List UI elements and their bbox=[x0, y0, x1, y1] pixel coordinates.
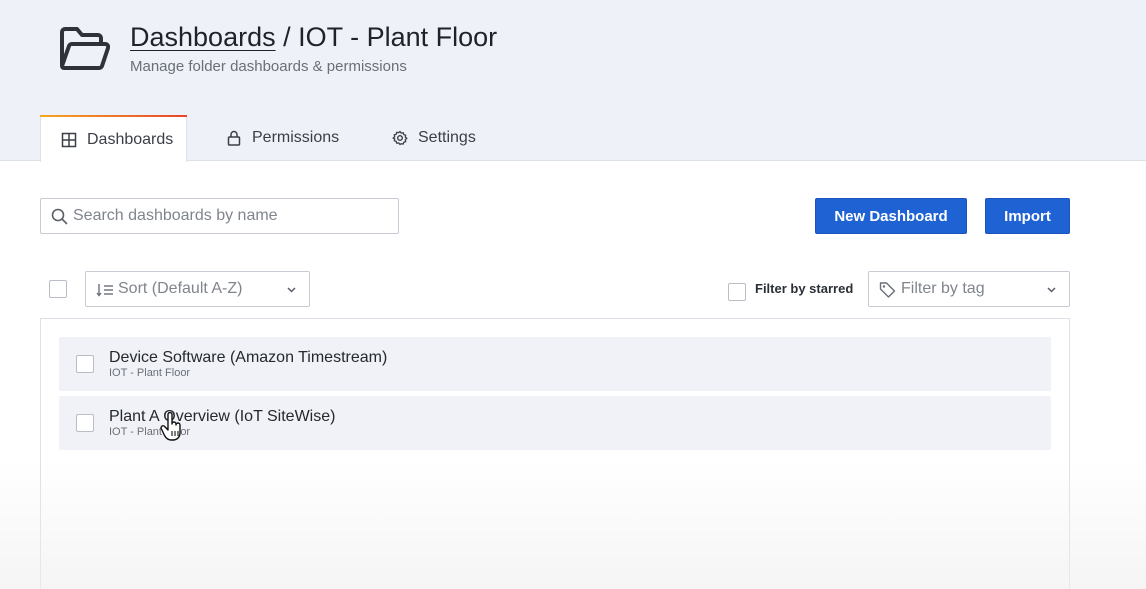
tag-icon bbox=[879, 282, 896, 298]
dashboard-folder: IOT - Plant Floor bbox=[109, 367, 191, 379]
chevron-down-icon bbox=[1047, 287, 1056, 293]
folder-open-icon bbox=[60, 27, 110, 70]
dashboard-list: Device Software (Amazon Timestream) IOT … bbox=[40, 318, 1070, 589]
tab-settings-label: Settings bbox=[418, 129, 476, 146]
search-input[interactable] bbox=[73, 199, 393, 233]
tab-dashboards-label: Dashboards bbox=[87, 130, 174, 148]
sort-icon bbox=[96, 284, 113, 297]
dashboard-row[interactable]: Device Software (Amazon Timestream) IOT … bbox=[59, 337, 1051, 391]
apps-grid-icon bbox=[61, 132, 77, 147]
dashboard-folder: IOT - Plant Floor bbox=[109, 426, 191, 438]
dashboard-row-checkbox[interactable] bbox=[76, 414, 94, 432]
tab-settings[interactable]: Settings bbox=[392, 115, 476, 161]
tab-permissions-label: Permissions bbox=[252, 129, 340, 146]
dashboard-title[interactable]: Device Software (Amazon Timestream) bbox=[109, 349, 387, 367]
search-box bbox=[40, 198, 399, 234]
filter-starred-label: Filter by starred bbox=[755, 281, 854, 296]
search-icon bbox=[51, 208, 68, 225]
dashboard-row[interactable]: Plant A Overview (IoT SiteWise) IOT - Pl… bbox=[59, 396, 1051, 450]
tag-filter-value: Filter by tag bbox=[901, 280, 985, 297]
new-dashboard-button[interactable]: New Dashboard bbox=[815, 198, 967, 234]
import-button[interactable]: Import bbox=[985, 198, 1070, 234]
breadcrumb-separator: / bbox=[275, 22, 299, 52]
sort-select-value: Sort (Default A-Z) bbox=[118, 280, 243, 297]
lock-icon bbox=[227, 130, 241, 146]
tab-dashboards[interactable]: Dashboards bbox=[40, 115, 187, 162]
folder-name: IOT - Plant Floor bbox=[298, 22, 498, 52]
chevron-down-icon bbox=[287, 287, 296, 293]
dashboard-row-checkbox[interactable] bbox=[76, 355, 94, 373]
dashboard-title[interactable]: Plant A Overview (IoT SiteWise) bbox=[109, 408, 335, 426]
tab-permissions[interactable]: Permissions bbox=[226, 115, 339, 161]
cog-icon bbox=[392, 130, 408, 146]
select-all-checkbox[interactable] bbox=[49, 280, 67, 298]
sort-select[interactable]: Sort (Default A-Z) bbox=[85, 271, 310, 307]
breadcrumb-dashboards-link[interactable]: Dashboards bbox=[130, 22, 276, 52]
tag-filter-select[interactable]: Filter by tag bbox=[868, 271, 1070, 307]
filter-starred-checkbox[interactable] bbox=[728, 283, 746, 301]
page-subtitle: Manage folder dashboards & permissions bbox=[130, 58, 407, 75]
page-header: Dashboards / IOT - Plant Floor Manage fo… bbox=[0, 0, 1146, 162]
page-title: Dashboards / IOT - Plant Floor bbox=[130, 22, 497, 53]
